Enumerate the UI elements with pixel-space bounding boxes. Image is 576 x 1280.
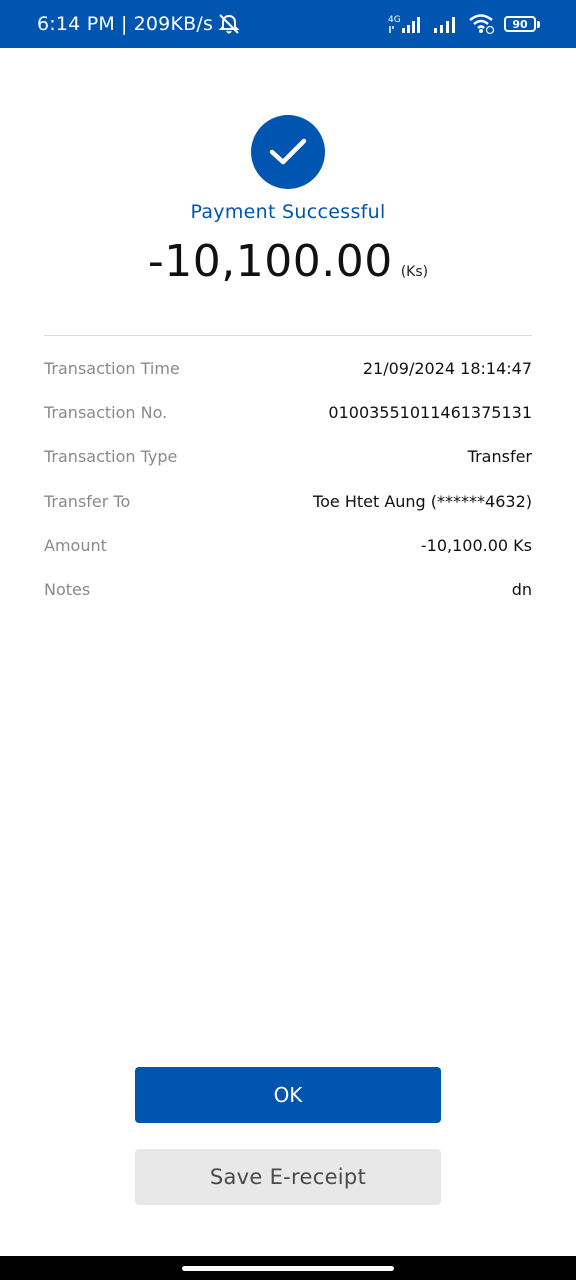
amount-display: -10,100.00 (Ks) xyxy=(0,236,576,287)
status-separator: | xyxy=(120,13,128,35)
payment-status-title: Payment Successful xyxy=(190,201,386,223)
amount-value: -10,100.00 xyxy=(147,236,393,287)
svg-text:4G: 4G xyxy=(388,15,401,25)
detail-label: Transaction No. xyxy=(44,402,168,422)
signal-icon xyxy=(432,14,460,34)
detail-label: Amount xyxy=(44,535,107,555)
detail-value: -10,100.00 Ks xyxy=(420,535,532,555)
detail-value: 21/09/2024 18:14:47 xyxy=(362,358,532,378)
check-icon xyxy=(251,115,325,189)
detail-row-transaction-time: Transaction Time 21/09/2024 18:14:47 xyxy=(44,346,532,390)
detail-row-transfer-to: Transfer To Toe Htet Aung (******4632) xyxy=(44,479,532,523)
ok-button[interactable]: OK xyxy=(135,1067,441,1123)
battery-level: 90 xyxy=(504,16,536,32)
detail-label: Transaction Time xyxy=(44,358,180,378)
status-right: 4G 90 xyxy=(388,13,540,35)
mute-icon xyxy=(217,13,241,35)
detail-value: Transfer xyxy=(467,447,532,467)
network-speed: 209KB/s xyxy=(133,13,214,35)
battery-tip xyxy=(537,20,540,28)
status-left: 6:14 PM | 209KB/s xyxy=(37,13,241,35)
divider xyxy=(44,335,532,336)
navigation-bar xyxy=(0,1256,576,1280)
signal-4g-icon: 4G xyxy=(388,13,424,35)
detail-value: 01003551011461375131 xyxy=(328,402,532,422)
detail-row-notes: Notes dn xyxy=(44,567,532,611)
status-bar: 6:14 PM | 209KB/s 4G 90 xyxy=(0,0,576,48)
detail-row-transaction-type: Transaction Type Transfer xyxy=(44,435,532,479)
home-gesture-handle[interactable] xyxy=(182,1266,394,1271)
save-ereceipt-button[interactable]: Save E-receipt xyxy=(135,1149,441,1205)
amount-currency: (Ks) xyxy=(400,264,429,280)
battery-icon: 90 xyxy=(504,16,540,32)
detail-label: Transfer To xyxy=(44,491,131,511)
detail-row-transaction-no: Transaction No. 01003551011461375131 xyxy=(44,390,532,434)
wifi-icon xyxy=(468,13,496,35)
detail-value: Toe Htet Aung (******4632) xyxy=(313,491,532,511)
detail-label: Notes xyxy=(44,580,91,600)
status-time: 6:14 PM xyxy=(37,13,115,35)
detail-value: dn xyxy=(511,580,532,600)
detail-row-amount: Amount -10,100.00 Ks xyxy=(44,523,532,567)
transaction-details: Transaction Time 21/09/2024 18:14:47 Tra… xyxy=(44,346,532,612)
detail-label: Transaction Type xyxy=(44,447,178,467)
